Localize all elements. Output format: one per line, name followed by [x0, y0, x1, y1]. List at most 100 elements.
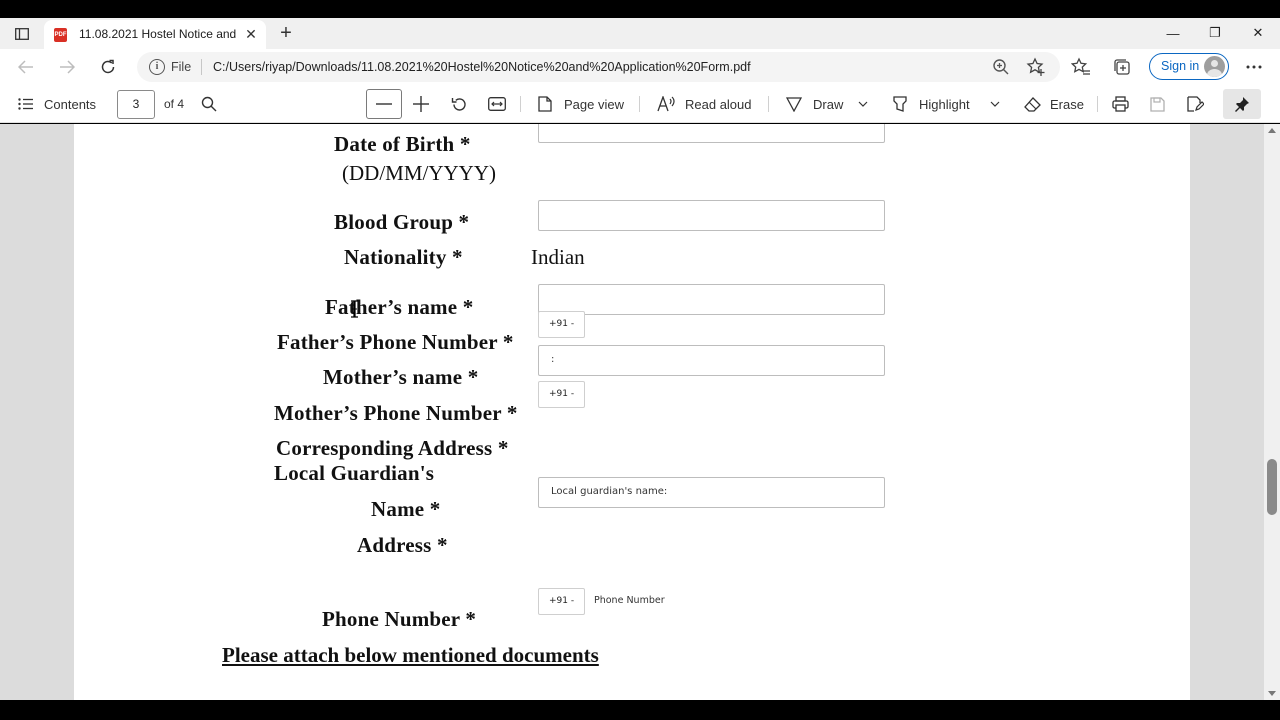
- father-phone-prefix: +91 -: [549, 319, 575, 329]
- rotate-button[interactable]: [451, 85, 468, 123]
- nationality-value: Indian: [531, 245, 585, 269]
- toolbar-divider: [1097, 96, 1098, 112]
- contents-list-icon: [18, 98, 33, 110]
- avatar: [1204, 56, 1225, 77]
- minus-icon: [376, 103, 392, 105]
- guardian-phone-label: Phone Number *: [322, 607, 477, 631]
- toolbar-divider: [768, 96, 769, 112]
- back-button[interactable]: [12, 53, 40, 81]
- pdf-toolbar: Contents 3 of 4 Page view Read aloud Dra…: [0, 85, 1280, 123]
- sign-in-label: Sign in: [1161, 59, 1200, 73]
- contents-button[interactable]: Contents: [18, 85, 96, 123]
- mother-phone-label: Mother’s Phone Number *: [274, 401, 518, 425]
- zoom-out-button[interactable]: [366, 89, 402, 119]
- print-icon: [1112, 96, 1129, 112]
- page-total: of 4: [164, 97, 185, 111]
- father-phone-field[interactable]: +91 -: [538, 311, 585, 338]
- save-button[interactable]: [1150, 85, 1165, 123]
- toolbar-divider: [639, 96, 640, 112]
- find-button[interactable]: [201, 85, 217, 123]
- blood-group-field[interactable]: [538, 200, 885, 231]
- page-view-button[interactable]: Page view: [537, 85, 624, 123]
- url-separator: [201, 59, 202, 75]
- page-number-input[interactable]: 3: [117, 90, 155, 119]
- screen-top-band: [0, 0, 1280, 18]
- scroll-down-icon[interactable]: [1268, 691, 1276, 696]
- guardian-name-label: Name *: [371, 497, 441, 521]
- fit-width-button[interactable]: [488, 85, 506, 123]
- highlight-options-button[interactable]: [990, 85, 1000, 123]
- save-as-icon: [1187, 96, 1204, 112]
- dob-field[interactable]: [538, 124, 885, 143]
- dob-label: Date of Birth *: [334, 132, 471, 156]
- zoom-in-button[interactable]: [413, 85, 429, 123]
- tab-close-icon[interactable]: ✕: [242, 25, 260, 43]
- scrollbar-thumb[interactable]: [1267, 459, 1277, 515]
- blood-group-label: Blood Group *: [334, 210, 470, 234]
- vertical-scrollbar[interactable]: [1264, 124, 1280, 700]
- nationality-label: Nationality *: [344, 245, 463, 269]
- url-text[interactable]: C:/Users/riyap/Downloads/11.08.2021%20Ho…: [213, 60, 751, 74]
- guardian-name-field[interactable]: Local guardian's name:: [538, 477, 885, 508]
- mother-phone-field[interactable]: +91 -: [538, 381, 585, 408]
- pdf-page: Date of Birth * (DD/MM/YYYY) Blood Group…: [74, 124, 1190, 700]
- mother-name-field[interactable]: :: [538, 345, 885, 376]
- guardian-phone-field[interactable]: +91 -: [538, 588, 585, 615]
- restore-button[interactable]: ❐: [1192, 18, 1238, 48]
- refresh-button[interactable]: [94, 53, 122, 81]
- fit-page-icon: [488, 97, 506, 111]
- search-icon: [201, 96, 217, 112]
- chevron-down-icon: [990, 101, 1000, 107]
- contents-label: Contents: [44, 96, 97, 112]
- scroll-up-icon[interactable]: [1268, 128, 1276, 133]
- mother-phone-prefix: +91 -: [549, 389, 575, 399]
- eraser-icon: [1024, 96, 1041, 112]
- tab-title: 11.08.2021 Hostel Notice and Application…: [79, 27, 239, 41]
- text-cursor-icon: [351, 300, 358, 318]
- minimize-button[interactable]: —: [1150, 18, 1196, 48]
- document-viewport[interactable]: Date of Birth * (DD/MM/YYYY) Blood Group…: [0, 124, 1280, 700]
- read-aloud-label: Read aloud: [685, 96, 752, 112]
- documents-heading: Please attach below mentioned documents: [222, 643, 599, 667]
- tab-active[interactable]: PDF 11.08.2021 Hostel Notice and Applica…: [44, 20, 266, 49]
- erase-button[interactable]: Erase: [1024, 85, 1084, 123]
- tab-actions-icon: [15, 28, 29, 40]
- read-aloud-icon: [657, 96, 675, 112]
- close-button[interactable]: ✕: [1235, 18, 1280, 48]
- forward-button[interactable]: [53, 53, 81, 81]
- settings-more-button[interactable]: [1242, 55, 1266, 79]
- father-name-field[interactable]: [538, 284, 885, 315]
- dob-format-hint: (DD/MM/YYYY): [342, 161, 496, 185]
- favorites-button[interactable]: [1069, 55, 1093, 79]
- plus-icon: [413, 96, 429, 112]
- draw-label: Draw: [813, 96, 844, 112]
- url-scheme: File: [171, 60, 192, 74]
- chevron-down-icon: [858, 101, 868, 107]
- zoom-in-icon[interactable]: [992, 58, 1010, 76]
- sign-in-button[interactable]: Sign in: [1149, 53, 1229, 80]
- collections-button[interactable]: [1110, 55, 1134, 79]
- read-aloud-button[interactable]: Read aloud: [657, 85, 752, 123]
- info-icon[interactable]: i: [149, 59, 165, 75]
- draw-button[interactable]: Draw: [786, 85, 843, 123]
- mother-name-value: :: [551, 354, 555, 365]
- local-guardian-label: Local Guardian's: [274, 461, 435, 485]
- draw-options-button[interactable]: [858, 85, 868, 123]
- mother-name-label: Mother’s name *: [323, 365, 479, 389]
- guardian-phone-hint: Phone Number: [594, 595, 665, 606]
- save-as-button[interactable]: [1187, 85, 1204, 123]
- tab-strip: PDF 11.08.2021 Hostel Notice and Applica…: [0, 18, 1280, 49]
- page-view-label: Page view: [564, 96, 624, 112]
- new-tab-icon[interactable]: +: [274, 22, 298, 46]
- father-name-label: Father’s name *: [325, 295, 474, 319]
- highlight-button[interactable]: Highlight: [892, 85, 970, 123]
- print-button[interactable]: [1112, 85, 1129, 123]
- tab-actions-button[interactable]: [6, 22, 38, 46]
- pin-toolbar-button[interactable]: [1223, 89, 1261, 119]
- add-favorite-icon[interactable]: [1026, 57, 1046, 77]
- address-bar[interactable]: i File C:/Users/riyap/Downloads/11.08.20…: [137, 52, 1060, 82]
- refresh-icon: [101, 59, 115, 74]
- rotate-icon: [451, 97, 466, 111]
- pdf-file-icon: PDF: [54, 28, 67, 42]
- highlight-label: Highlight: [919, 96, 970, 112]
